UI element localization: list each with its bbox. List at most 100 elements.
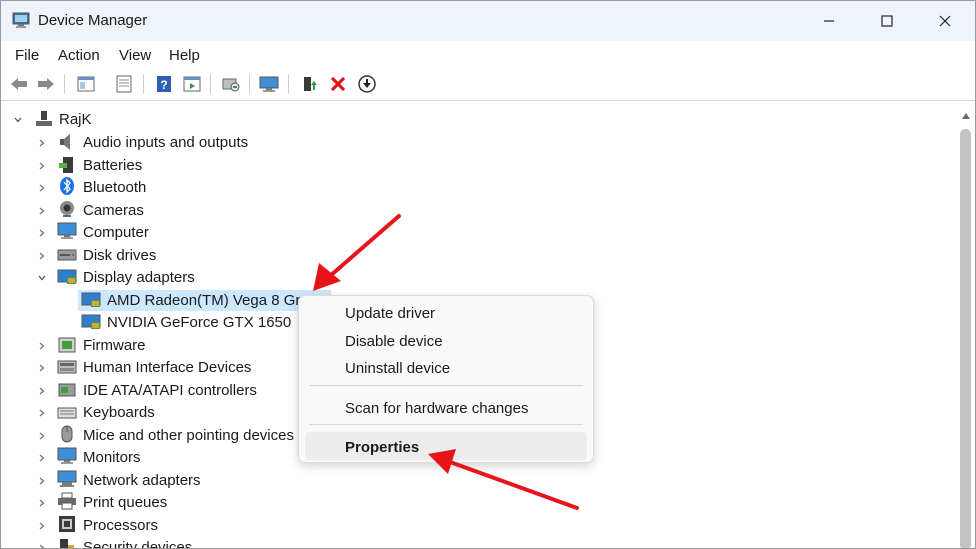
disable-down-arrow-icon bbox=[358, 75, 376, 93]
device-manager-app-icon bbox=[12, 12, 30, 28]
tree-item-label: Cameras bbox=[83, 202, 144, 219]
monitor-icon bbox=[259, 76, 279, 92]
tree-item-nvidia-geforce[interactable]: NVIDIA GeForce GTX 1650 bbox=[1, 312, 331, 334]
back-arrow-icon bbox=[11, 78, 27, 90]
minimize-icon bbox=[824, 20, 834, 22]
context-update-driver[interactable]: Update driver bbox=[345, 305, 435, 322]
tree-item-label: Print queues bbox=[83, 494, 168, 511]
toolbar-separator bbox=[249, 74, 250, 94]
menu-help[interactable]: Help bbox=[169, 47, 200, 64]
chevron-right-icon bbox=[39, 229, 45, 237]
toolbar: ? bbox=[1, 69, 975, 101]
bluetooth-icon bbox=[60, 177, 74, 195]
tree-item-label: Security devices bbox=[83, 539, 193, 549]
chevron-right-icon bbox=[39, 184, 45, 192]
tree-item-label: Mice and other pointing devices bbox=[83, 427, 294, 444]
forward-button[interactable] bbox=[35, 73, 57, 95]
svg-text:?: ? bbox=[160, 78, 167, 92]
disable-button[interactable] bbox=[356, 73, 378, 95]
maximize-button[interactable] bbox=[857, 1, 917, 41]
maximize-icon bbox=[881, 15, 893, 27]
action-pane-button[interactable] bbox=[181, 73, 203, 95]
tree-item-print-queues[interactable]: Print queues bbox=[1, 492, 401, 514]
show-hide-tree-icon bbox=[77, 76, 95, 92]
context-scan-hardware[interactable]: Scan for hardware changes bbox=[345, 400, 528, 417]
chevron-right-icon bbox=[39, 162, 45, 170]
update-driver-button[interactable] bbox=[299, 73, 321, 95]
properties-sheet-icon bbox=[116, 75, 132, 93]
tree-item-amd-radeon[interactable]: AMD Radeon(TM) Vega 8 Grap bbox=[1, 290, 331, 312]
chevron-right-icon bbox=[39, 252, 45, 260]
close-button[interactable] bbox=[915, 1, 975, 41]
tree-item-bluetooth[interactable]: Bluetooth bbox=[1, 177, 401, 199]
ide-controller-icon bbox=[58, 383, 76, 397]
context-menu-separator bbox=[309, 385, 583, 386]
context-uninstall-device[interactable]: Uninstall device bbox=[345, 360, 450, 377]
minimize-button[interactable] bbox=[799, 1, 859, 41]
tree-item-label: Disk drives bbox=[83, 247, 157, 264]
tree-item-label: Display adapters bbox=[83, 269, 195, 286]
toolbar-separator bbox=[64, 74, 65, 94]
battery-icon bbox=[59, 157, 73, 173]
context-menu: Update driver Disable device Uninstall d… bbox=[298, 295, 594, 463]
tree-item-label: Batteries bbox=[83, 157, 143, 174]
hid-icon bbox=[57, 360, 77, 374]
chevron-right-icon bbox=[39, 387, 45, 395]
show-hide-console-tree-button[interactable] bbox=[75, 73, 97, 95]
scan-hardware-button[interactable] bbox=[220, 73, 242, 95]
tree-item-label: Monitors bbox=[83, 449, 141, 466]
chevron-right-icon bbox=[39, 364, 45, 372]
update-driver-icon bbox=[304, 77, 317, 91]
chevron-right-icon bbox=[39, 454, 45, 462]
tree-item-label: Bluetooth bbox=[83, 179, 147, 196]
display-adapter-icon bbox=[81, 292, 101, 307]
toolbar-separator bbox=[288, 74, 289, 94]
chevron-down-icon bbox=[38, 275, 46, 281]
tree-item-batteries[interactable]: Batteries bbox=[1, 155, 401, 177]
mouse-icon bbox=[61, 425, 73, 443]
scroll-up-arrow-icon[interactable] bbox=[962, 113, 970, 119]
action-pane-icon bbox=[183, 76, 201, 92]
tree-item-network-adapters[interactable]: Network adapters bbox=[1, 470, 401, 492]
scan-hardware-icon bbox=[222, 78, 240, 92]
uninstall-button[interactable] bbox=[327, 73, 349, 95]
tree-item-label: IDE ATA/ATAPI controllers bbox=[83, 382, 257, 399]
device-manager-window: Device Manager File Action View Help ? R… bbox=[0, 0, 976, 549]
tree-item-label: Audio inputs and outputs bbox=[83, 134, 249, 151]
display-button[interactable] bbox=[258, 73, 280, 95]
chevron-right-icon bbox=[39, 544, 45, 548]
context-properties[interactable]: Properties bbox=[345, 439, 419, 456]
tree-item-cameras[interactable]: Cameras bbox=[1, 200, 401, 222]
back-button[interactable] bbox=[8, 73, 30, 95]
scrollbar-thumb[interactable] bbox=[960, 129, 971, 548]
chevron-right-icon bbox=[39, 207, 45, 215]
tree-item-display-adapters[interactable]: Display adapters bbox=[1, 267, 401, 289]
tree-item-label: Firmware bbox=[83, 337, 146, 354]
tree-item-processors[interactable]: Processors bbox=[1, 515, 401, 537]
tree-item-audio-inputs[interactable]: Audio inputs and outputs bbox=[1, 132, 401, 154]
tree-item-security-devices[interactable]: Security devices bbox=[1, 537, 401, 549]
tree-root[interactable]: RajK bbox=[1, 109, 401, 131]
chevron-down-icon bbox=[14, 117, 22, 123]
uninstall-x-icon bbox=[330, 76, 346, 92]
context-disable-device[interactable]: Disable device bbox=[345, 333, 443, 350]
title-bar: Device Manager bbox=[1, 1, 975, 41]
toolbar-separator bbox=[143, 74, 144, 94]
processor-icon bbox=[59, 516, 75, 532]
chevron-right-icon bbox=[39, 139, 45, 147]
menu-file[interactable]: File bbox=[15, 47, 39, 64]
tree-item-label: AMD Radeon(TM) Vega 8 Grap bbox=[107, 292, 318, 309]
disk-drive-icon bbox=[57, 249, 77, 261]
tree-item-disk-drives[interactable]: Disk drives bbox=[1, 245, 401, 267]
properties-button[interactable] bbox=[113, 73, 135, 95]
menu-action[interactable]: Action bbox=[58, 47, 100, 64]
tree-item-computer[interactable]: Computer bbox=[1, 222, 401, 244]
tree-item-label: Human Interface Devices bbox=[83, 359, 252, 376]
chevron-right-icon bbox=[39, 432, 45, 440]
menu-view[interactable]: View bbox=[119, 47, 151, 64]
chevron-right-icon bbox=[39, 342, 45, 350]
computer-icon bbox=[36, 111, 52, 126]
chevron-right-icon bbox=[39, 522, 45, 530]
help-button[interactable]: ? bbox=[153, 73, 175, 95]
computer-icon bbox=[57, 222, 77, 239]
